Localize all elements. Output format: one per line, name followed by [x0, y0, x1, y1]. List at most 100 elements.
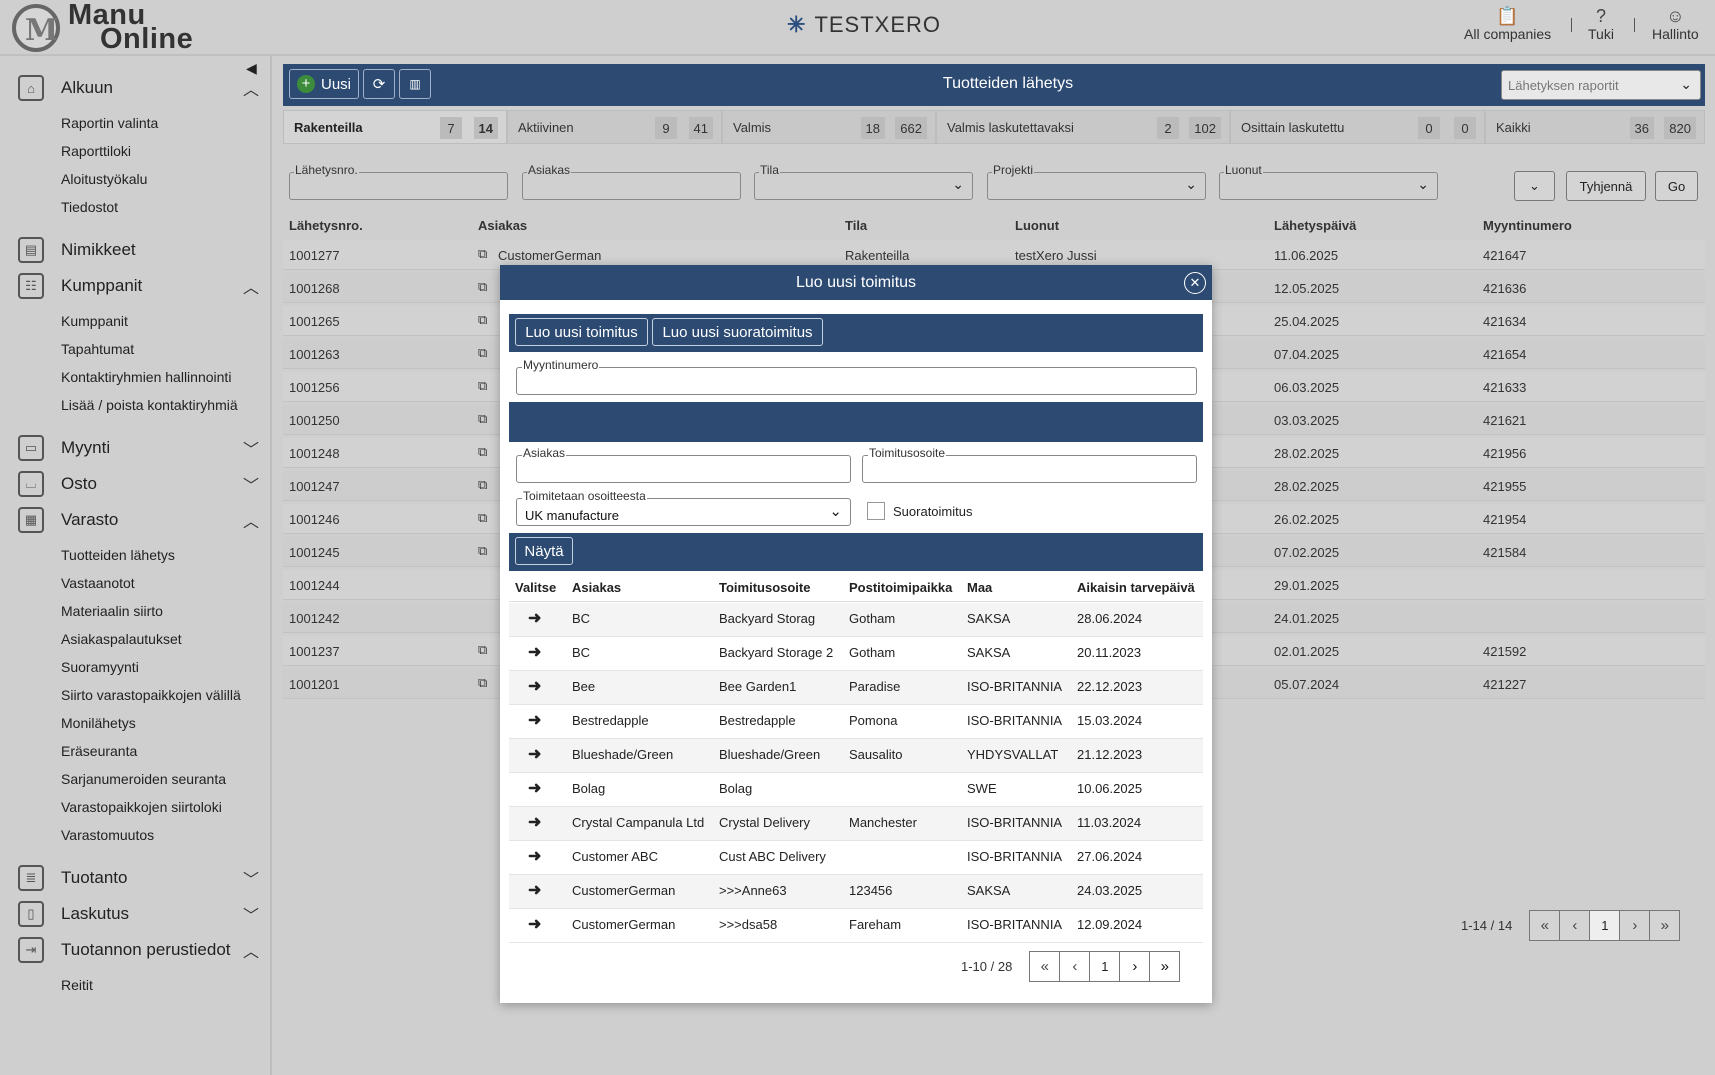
show-button[interactable]: Näytä — [515, 537, 573, 565]
status-filter[interactable]: Tila ⌄ — [754, 163, 973, 200]
arrow-right-icon[interactable]: ➜ — [528, 778, 541, 798]
chevron-down-icon[interactable]: ﹀ — [242, 902, 260, 926]
new-direct-delivery-button[interactable]: Luo uusi suoratoimitus — [652, 318, 823, 346]
column-header[interactable]: Lähetysnro. — [289, 218, 363, 233]
sidebar-section-varasto[interactable]: ▦ Varasto ︿ — [18, 505, 260, 535]
sidebar-item[interactable]: Varastopaikkojen siirtoloki — [61, 799, 222, 815]
sidebar-item[interactable]: Suoramyynti — [61, 659, 139, 675]
ship-from-select[interactable]: Toimitetaan osoitteesta UK manufacture ⌄ — [516, 489, 851, 526]
sidebar-item[interactable]: Kumppanit — [61, 313, 128, 329]
chevron-up-icon[interactable]: ︿ — [242, 508, 260, 532]
external-link-icon[interactable]: ⧉ — [478, 477, 487, 493]
sidebar-item[interactable]: Aloitustyökalu — [61, 171, 147, 187]
created-by-filter[interactable]: Luonut ⌄ — [1219, 163, 1438, 200]
arrow-right-icon[interactable]: ➜ — [528, 744, 541, 764]
tab-valmis-laskutettavaksi[interactable]: Valmis laskutettavaksi 2 102 — [936, 110, 1230, 144]
close-icon[interactable]: ✕ — [1184, 272, 1206, 294]
sidebar-item[interactable]: Sarjanumeroiden seuranta — [61, 771, 226, 787]
external-link-icon[interactable]: ⧉ — [478, 345, 487, 361]
sidebar-section-tuotannon-perustiedot[interactable]: ⇥ Tuotannon perustiedot ︿ — [18, 935, 260, 965]
first-page-button[interactable]: « — [1029, 951, 1061, 982]
next-page-button[interactable]: › — [1119, 951, 1151, 982]
column-header[interactable]: Myyntinumero — [1483, 218, 1572, 233]
column-header[interactable]: Asiakas — [478, 218, 527, 233]
sidebar-item[interactable]: Varastomuutos — [61, 827, 154, 843]
table-row[interactable]: ➜ CustomerGerman >>>Anne63 123456 SAKSA 24.03… — [509, 875, 1203, 909]
arrow-right-icon[interactable]: ➜ — [528, 812, 541, 832]
column-header[interactable]: Lähetyspäivä — [1274, 218, 1356, 233]
arrow-right-icon[interactable]: ➜ — [528, 676, 541, 696]
sidebar-item[interactable]: Tapahtumat — [61, 341, 134, 357]
admin-button[interactable]: ☺ Hallinto — [1652, 6, 1699, 42]
external-link-icon[interactable]: ⧉ — [478, 312, 487, 328]
sidebar-section-laskutus[interactable]: ▯ Laskutus ﹀ — [18, 899, 260, 929]
external-link-icon[interactable]: ⧉ — [478, 411, 487, 427]
external-link-icon[interactable]: ⧉ — [478, 675, 487, 691]
sidebar-section-alkuun[interactable]: ⌂ Alkuun ︿ — [18, 73, 260, 103]
column-header[interactable]: Tila — [845, 218, 867, 233]
sidebar-item[interactable]: Monilähetys — [61, 715, 136, 731]
last-page-button[interactable]: » — [1649, 910, 1681, 941]
external-link-icon[interactable]: ⧉ — [478, 378, 487, 394]
new-delivery-button[interactable]: Luo uusi toimitus — [515, 318, 648, 346]
arrow-right-icon[interactable]: ➜ — [528, 642, 541, 662]
table-row[interactable]: ➜ Blueshade/Green Blueshade/Green Sausalito… — [509, 739, 1203, 773]
external-link-icon[interactable]: ⧉ — [478, 246, 487, 262]
external-link-icon[interactable]: ⧉ — [478, 543, 487, 559]
support-button[interactable]: ? Tuki — [1588, 6, 1614, 42]
sidebar-item[interactable]: Lisää / poista kontaktiryhmiä — [61, 397, 238, 413]
delivery-address-field[interactable]: Toimitusosoite — [862, 446, 1197, 483]
sidebar-section-myynti[interactable]: ▭ Myynti ﹀ — [18, 433, 260, 463]
first-page-button[interactable]: « — [1529, 910, 1561, 941]
sidebar-item[interactable]: Tuotteiden lähetys — [61, 547, 175, 563]
table-row[interactable]: ➜ BC Backyard Storage 2 Gotham SAKSA 20.11.20… — [509, 637, 1203, 671]
customer-filter[interactable]: Asiakas — [522, 163, 741, 200]
external-link-icon[interactable]: ⧉ — [478, 510, 487, 526]
scan-button[interactable]: ▥ — [399, 69, 431, 99]
table-row[interactable]: ➜ Bolag Bolag SWE 10.06.2025 — [509, 773, 1203, 807]
chevron-down-icon[interactable]: ﹀ — [242, 472, 260, 496]
sidebar-item[interactable]: Asiakaspalautukset — [61, 631, 182, 647]
sidebar-item[interactable]: Kontaktiryhmien hallinnointi — [61, 369, 231, 385]
arrow-right-icon[interactable]: ➜ — [528, 608, 541, 628]
tab-kaikki[interactable]: Kaikki 36 820 — [1485, 110, 1705, 144]
chevron-down-icon[interactable]: ﹀ — [242, 436, 260, 460]
table-row[interactable]: ➜ CustomerGerman >>>dsa58 Fareham ISO-BRITAN… — [509, 909, 1203, 943]
tab-rakenteilla[interactable]: Rakenteilla 7 14 — [283, 110, 507, 144]
shipment-no-filter[interactable]: Lähetysnro. — [289, 163, 508, 200]
column-header[interactable]: Luonut — [1015, 218, 1059, 233]
sidebar-section-kumppanit[interactable]: ☷ Kumppanit ︿ — [18, 271, 260, 301]
last-page-button[interactable]: » — [1149, 951, 1181, 982]
sales-number-field[interactable]: Myyntinumero — [516, 358, 1197, 395]
tab-aktiivinen[interactable]: Aktiivinen 9 41 — [507, 110, 722, 144]
chevron-up-icon[interactable]: ︿ — [242, 76, 260, 100]
new-button[interactable]: + Uusi — [289, 69, 359, 99]
table-row[interactable]: ➜ Bee Bee Garden1 Paradise ISO-BRITANNIA 22.1… — [509, 671, 1203, 705]
sidebar-section-tuotanto[interactable]: ≣ Tuotanto ﹀ — [18, 863, 260, 893]
prev-page-button[interactable]: ‹ — [1059, 951, 1091, 982]
go-button[interactable]: Go — [1655, 171, 1698, 201]
current-page[interactable]: 1 — [1589, 910, 1621, 941]
project-filter[interactable]: Projekti ⌄ — [987, 163, 1206, 200]
table-row[interactable]: ➜ BC Backyard Storag Gotham SAKSA 28.06.2024 — [509, 603, 1203, 637]
reports-select[interactable]: Lähetyksen raportit ⌄ — [1501, 70, 1701, 100]
sidebar-item[interactable]: Vastaanotot — [61, 575, 135, 591]
sidebar-item[interactable]: Reitit — [61, 977, 93, 993]
current-page[interactable]: 1 — [1089, 951, 1121, 982]
all-companies-button[interactable]: 📋 All companies — [1464, 6, 1551, 42]
sidebar-item[interactable]: Tiedostot — [61, 199, 118, 215]
prev-page-button[interactable]: ‹ — [1559, 910, 1591, 941]
clear-button[interactable]: Tyhjennä — [1566, 171, 1646, 201]
next-page-button[interactable]: › — [1619, 910, 1651, 941]
sidebar-item[interactable]: Eräseuranta — [61, 743, 137, 759]
chevron-down-icon[interactable]: ﹀ — [242, 866, 260, 890]
arrow-right-icon[interactable]: ➜ — [528, 846, 541, 866]
direct-delivery-checkbox[interactable] — [867, 502, 885, 520]
tab-valmis[interactable]: Valmis 18 662 — [722, 110, 936, 144]
sidebar-item[interactable]: Siirto varastopaikkojen välillä — [61, 687, 241, 703]
external-link-icon[interactable]: ⧉ — [478, 444, 487, 460]
tab-osittain-laskutettu[interactable]: Osittain laskutettu 0 0 — [1230, 110, 1485, 144]
chevron-up-icon[interactable]: ︿ — [242, 938, 260, 962]
table-row[interactable]: ➜ Customer ABC Cust ABC Delivery ISO-BRITAN… — [509, 841, 1203, 875]
customer-field[interactable]: Asiakas — [516, 446, 851, 483]
